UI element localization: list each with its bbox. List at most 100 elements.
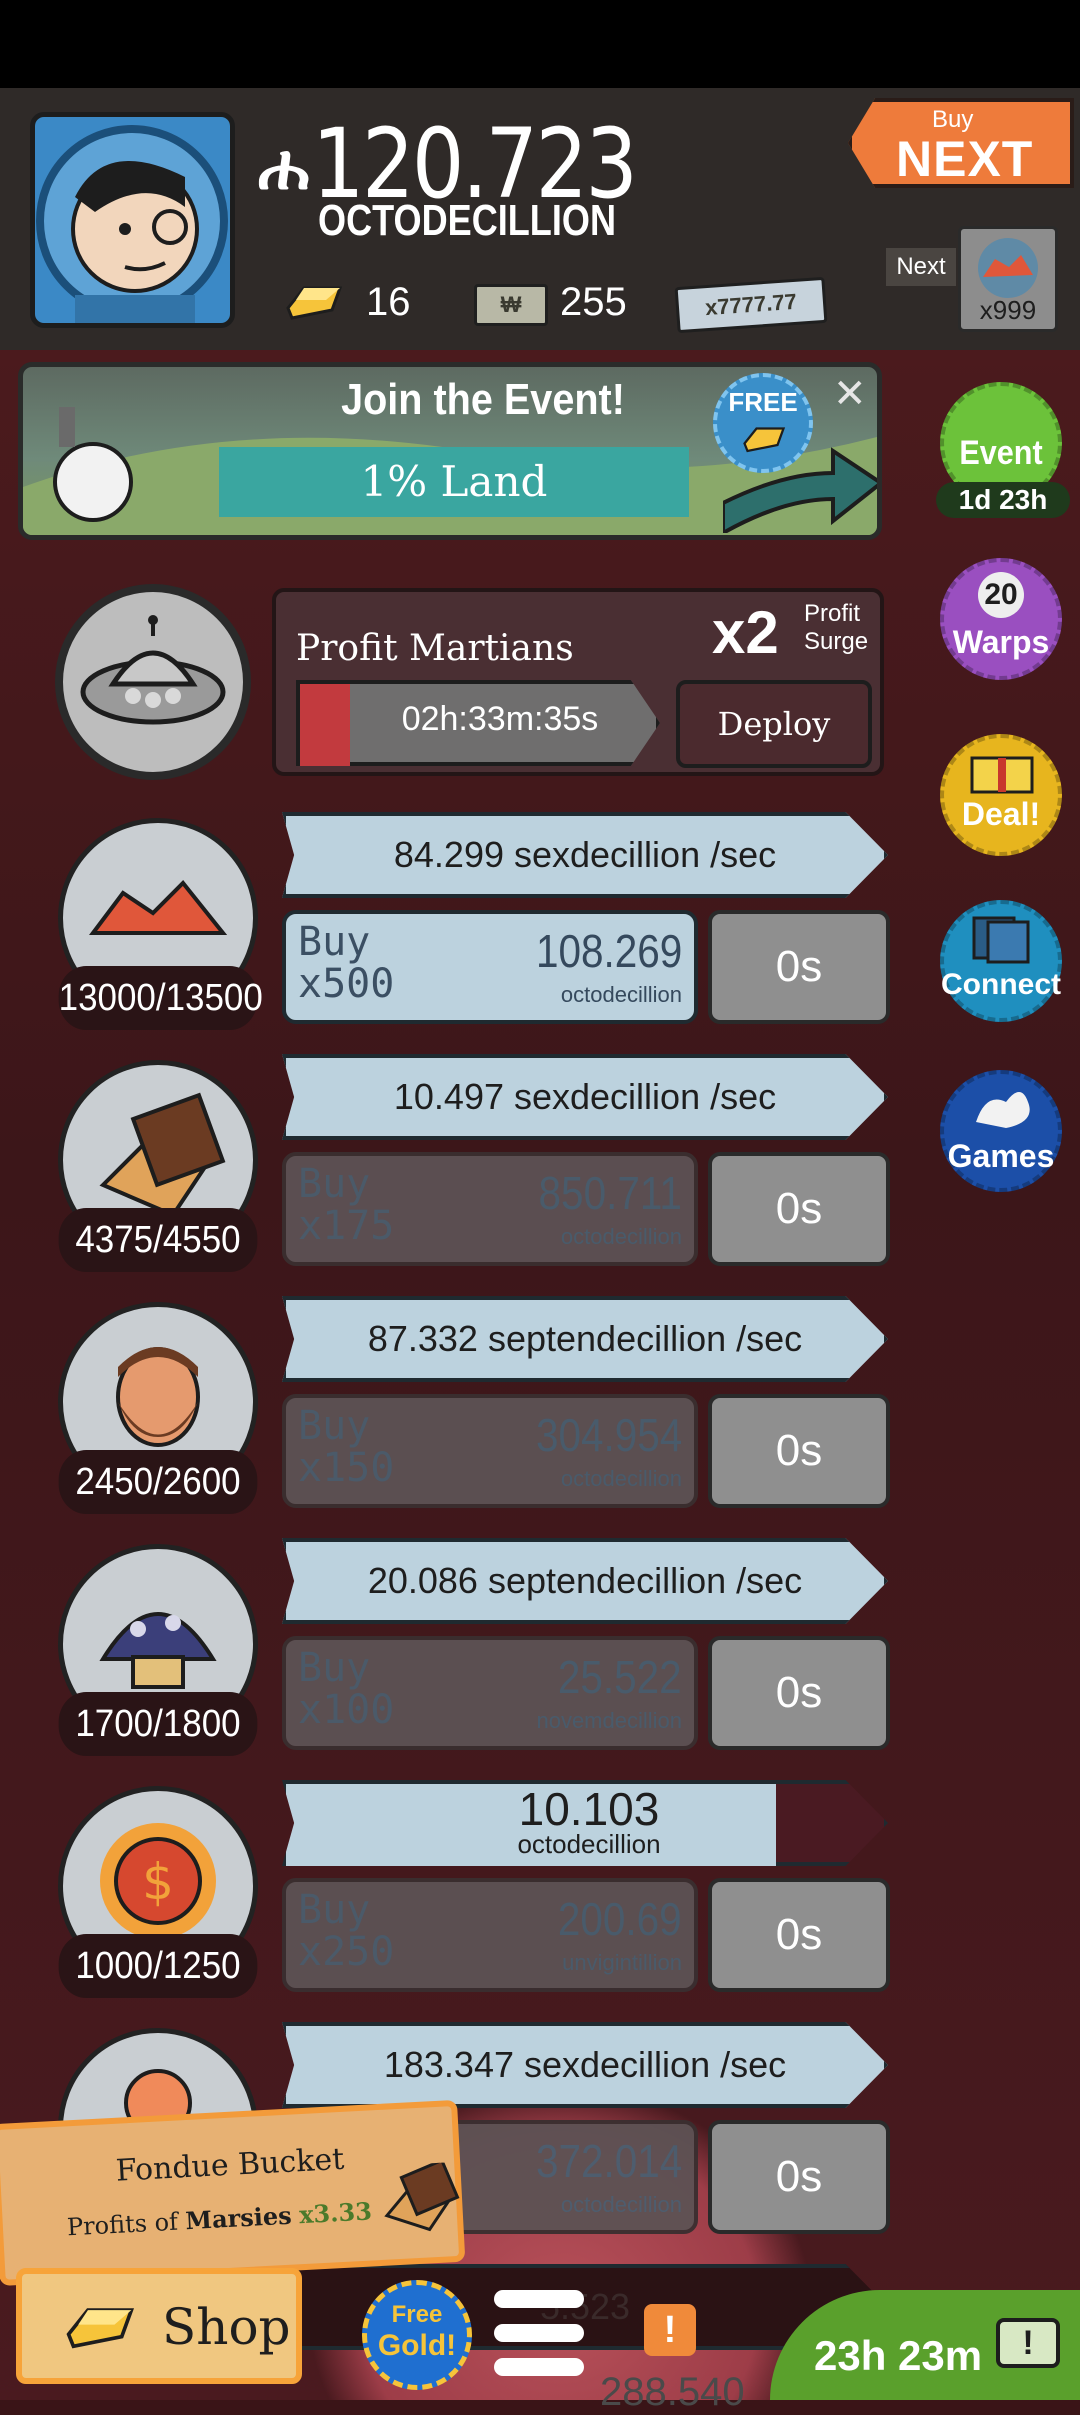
manager-timer: 02h:33m:35s bbox=[401, 700, 599, 738]
red-dirt-icon bbox=[978, 238, 1038, 298]
deal-side-button[interactable]: Deal! bbox=[940, 734, 1062, 856]
business-row: 2450/2600 87.332 septendecillion /sec Bu… bbox=[0, 1296, 900, 1538]
connect-side-button[interactable]: Connect bbox=[940, 900, 1062, 1022]
menu-button[interactable] bbox=[494, 2290, 584, 2376]
promo-multiplier: x3.33 bbox=[298, 2196, 373, 2230]
menu-line bbox=[494, 2358, 584, 2376]
buy-button[interactable]: Buy x100 25.522 novemdecillion bbox=[282, 1636, 698, 1750]
buy-word: Buy bbox=[298, 1645, 371, 1691]
next-item-count: x999 bbox=[979, 295, 1037, 325]
shop-button[interactable]: Shop bbox=[16, 2268, 302, 2384]
free-gold-line-2: Gold! bbox=[377, 2329, 457, 2362]
buy-quantity: x500 bbox=[298, 961, 395, 1007]
deal-label: Deal! bbox=[961, 796, 1041, 832]
cards-icon bbox=[972, 916, 1030, 964]
event-subtitle: 1% Land bbox=[219, 447, 689, 517]
buy-cost-unit: novemdecillion bbox=[536, 1708, 682, 1733]
buy-next-button[interactable]: Buy NEXT bbox=[848, 98, 1074, 188]
progress-amount: 10.103 bbox=[518, 1783, 660, 1835]
business-count: 13000/13500 bbox=[58, 966, 263, 1030]
megabucks-icon: ₩ bbox=[474, 284, 548, 326]
currency-symbol: ሐ bbox=[258, 131, 310, 203]
business-rate[interactable]: 84.299 sexdecillion /sec bbox=[282, 812, 888, 898]
deploy-button[interactable]: Deploy bbox=[676, 680, 872, 768]
manager-timer-button[interactable]: 0s bbox=[708, 1878, 890, 1992]
event-banner[interactable]: Join the Event! 1% Land FREE ✕ bbox=[18, 362, 882, 540]
buy-cost-unit: unvigintillion bbox=[562, 1950, 682, 1975]
business-rate[interactable]: 10.497 sexdecillion /sec bbox=[282, 1054, 888, 1140]
event-side-button[interactable]: Event 1d 23h bbox=[936, 382, 1070, 518]
promo-title: Fondue Bucket bbox=[114, 2141, 346, 2189]
manager-avatar[interactable] bbox=[55, 584, 251, 780]
manager-timer-fill bbox=[300, 684, 350, 766]
buy-button[interactable]: Buy x150 304.954 octodecillion bbox=[282, 1394, 698, 1508]
manager-multiplier: x2 bbox=[712, 599, 779, 666]
splash-icon bbox=[976, 1092, 1030, 1128]
event-side-label: Event bbox=[959, 434, 1043, 472]
business-rate[interactable]: 87.332 septendecillion /sec bbox=[282, 1296, 888, 1382]
buy-cost: 108.269 bbox=[535, 925, 682, 977]
megabucks-count: 255 bbox=[560, 280, 627, 324]
arrow-right-icon bbox=[723, 447, 877, 533]
buy-cost: 200.69 bbox=[558, 1893, 682, 1945]
warps-side-button[interactable]: 20 Warps bbox=[940, 558, 1062, 680]
business-count: 1000/1250 bbox=[58, 1934, 258, 1998]
shop-label: Shop bbox=[162, 2298, 291, 2356]
manager-timer-button[interactable]: 0s bbox=[708, 2120, 890, 2234]
buy-cost-unit: octodecillion bbox=[560, 1224, 682, 1249]
promo-text: Profits of Marsies x3.33 bbox=[66, 2196, 372, 2241]
status-bar bbox=[0, 0, 1080, 88]
ufo-icon bbox=[80, 615, 226, 725]
free-label: FREE bbox=[728, 387, 798, 417]
promo-card[interactable]: Fondue Bucket Profits of Marsies x3.33 bbox=[0, 2099, 466, 2286]
buy-button[interactable]: Buy x175 850.711 octodecillion bbox=[282, 1152, 698, 1266]
business-rate[interactable]: 20.086 septendecillion /sec bbox=[282, 1538, 888, 1624]
astronaut-icon bbox=[36, 125, 228, 323]
games-side-button[interactable]: Games bbox=[940, 1070, 1062, 1192]
surge-label: Profit Surge bbox=[804, 600, 868, 656]
business-count: 1700/1800 bbox=[58, 1692, 258, 1756]
manager-panel: Profit Martians x2 Profit Surge 02h:33m:… bbox=[272, 588, 884, 776]
games-label: Games bbox=[947, 1138, 1055, 1174]
player-avatar[interactable] bbox=[30, 112, 235, 328]
manager-timer-button[interactable]: 0s bbox=[708, 1636, 890, 1750]
bill-label: x7777.77 bbox=[704, 288, 798, 321]
promo-prefix: Profits of bbox=[66, 2207, 179, 2242]
gift-icon bbox=[970, 756, 1034, 794]
promo-target: Marsies bbox=[184, 2200, 293, 2236]
free-gold-button[interactable]: Free Gold! bbox=[362, 2280, 472, 2390]
gold-bar-icon bbox=[282, 278, 346, 331]
business-progress-bar[interactable]: 10.103 octodecillion bbox=[282, 1780, 888, 1866]
buy-button[interactable]: Buy x250 200.69 unvigintillion bbox=[282, 1878, 698, 1992]
buy-cost: 850.711 bbox=[538, 1167, 682, 1219]
buy-cost-unit: octodecillion bbox=[560, 2192, 682, 2217]
manager-timer-button[interactable]: 0s bbox=[708, 1152, 890, 1266]
progress-unit: octodecillion bbox=[517, 1829, 661, 1859]
business-row: 4375/4550 10.497 sexdecillion /sec Buy x… bbox=[0, 1054, 900, 1296]
buy-word: Buy bbox=[298, 919, 371, 965]
surge-line-2: Surge bbox=[804, 628, 869, 655]
business-count: 2450/2600 bbox=[58, 1450, 258, 1514]
event-side-timer: 1d 23h bbox=[936, 482, 1070, 518]
gold-bar-icon bbox=[66, 2308, 135, 2349]
buy-quantity: x100 bbox=[298, 1687, 395, 1733]
manager-timer-button[interactable]: 0s bbox=[708, 1394, 890, 1508]
buy-quantity: x175 bbox=[298, 1203, 395, 1249]
business-rate[interactable]: 183.347 sexdecillion /sec bbox=[282, 2022, 888, 2108]
manager-timer-button[interactable]: 0s bbox=[708, 910, 890, 1024]
buy-word: Buy bbox=[298, 1887, 371, 1933]
buy-quantity: x150 bbox=[298, 1445, 395, 1491]
buy-word: Buy bbox=[298, 1403, 371, 1449]
buy-cost: 304.954 bbox=[535, 1409, 682, 1461]
menu-line bbox=[494, 2290, 584, 2308]
svg-text:$: $ bbox=[142, 1853, 174, 1911]
buy-button[interactable]: Buy x500 108.269 octodecillion bbox=[282, 910, 698, 1024]
business-row: $ 1000/1250 10.103 octodecillion Buy x25… bbox=[0, 1780, 900, 2022]
buy-word: Buy bbox=[298, 1161, 371, 1207]
alert-badge[interactable]: ! bbox=[644, 2304, 696, 2356]
connect-label: Connect bbox=[941, 968, 1061, 1001]
close-icon[interactable]: ✕ bbox=[833, 371, 867, 417]
next-item-slot[interactable]: x999 bbox=[958, 226, 1058, 332]
surge-line-1: Profit bbox=[804, 600, 861, 627]
business-row: 1700/1800 20.086 septendecillion /sec Bu… bbox=[0, 1538, 900, 1780]
